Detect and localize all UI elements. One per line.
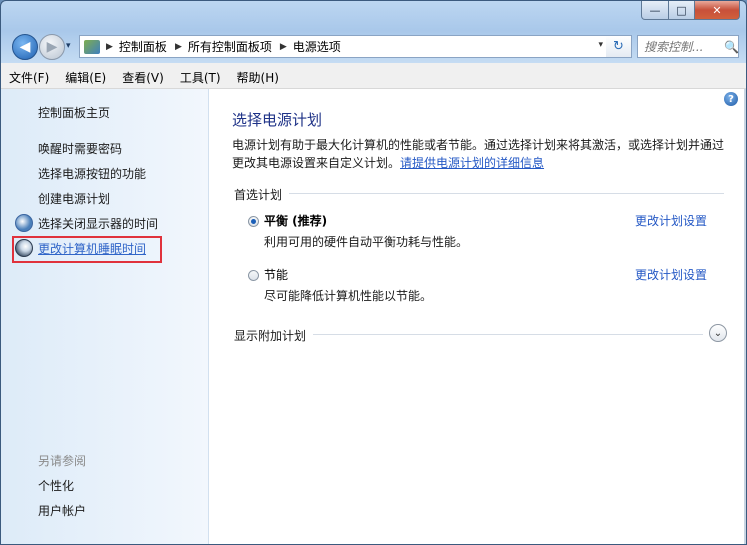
see-also-user-accounts[interactable]: 用户帐户 [38,502,86,519]
menu-tools[interactable]: 工具(T) [172,69,229,86]
search-icon[interactable]: 🔍 [724,40,739,54]
page-title: 选择电源计划 [232,111,323,129]
address-dropdown-icon[interactable]: ▾ [598,40,603,50]
menu-edit[interactable]: 编辑(E) [57,69,114,86]
breadcrumb-chevron-icon[interactable]: ▶ [280,42,287,52]
address-bar[interactable]: ▶ 控制面板 ▶ 所有控制面板项 ▶ 电源选项 ▾ [79,35,608,58]
task-pane: 控制面板主页 唤醒时需要密码 选择电源按钮的功能 创建电源计划 选择关闭显示器的… [1,89,209,544]
minimize-button[interactable]: — [641,1,669,20]
help-icon[interactable]: ? [724,92,738,106]
page-description: 电源计划有助于最大化计算机的性能或者节能。通过选择计划来将其激活，或选择计划并通… [232,136,732,172]
search-box[interactable]: 🔍 [637,35,739,58]
expand-chevron-button[interactable]: ⌄ [709,324,727,342]
breadcrumb-all-items[interactable]: 所有控制面板项 [188,38,272,55]
balanced-plan-radio[interactable] [248,216,259,227]
balanced-plan-name[interactable]: 平衡 (推荐) [264,212,327,229]
balanced-change-settings-link[interactable]: 更改计划设置 [635,212,707,229]
menu-help[interactable]: 帮助(H) [229,69,287,86]
display-timer-icon [15,214,33,232]
preferred-plans-label: 首选计划 [234,188,283,202]
group-divider [289,193,724,194]
power-saver-plan-name[interactable]: 节能 [264,266,288,283]
control-panel-home-link[interactable]: 控制面板主页 [38,104,110,121]
chevron-down-icon: ⌄ [713,327,723,339]
refresh-icon: ↻ [613,39,624,54]
menu-file[interactable]: 文件(F) [1,69,57,86]
group-divider [313,334,703,335]
breadcrumb-chevron-icon[interactable]: ▶ [106,42,113,52]
sidebar-item-wake-password[interactable]: 唤醒时需要密码 [38,140,122,157]
sidebar-item-display-off[interactable]: 选择关闭显示器的时间 [38,215,158,232]
window-edge [744,89,746,544]
power-saver-plan-radio[interactable] [248,270,259,281]
sidebar-item-create-plan[interactable]: 创建电源计划 [38,190,110,207]
recent-pages-button[interactable]: ▾ [66,41,71,51]
caption-buttons: — □ ✕ [641,1,740,20]
plan-details-link[interactable]: 请提供电源计划的详细信息 [400,156,544,170]
power-saver-change-settings-link[interactable]: 更改计划设置 [635,266,707,283]
close-button[interactable]: ✕ [695,1,740,20]
balanced-plan-desc: 利用可用的硬件自动平衡功耗与性能。 [264,235,469,249]
control-panel-window: — □ ✕ ◀ ▶ ▾ ▶ 控制面板 ▶ 所有控制面板项 ▶ 电源选项 ▾ ↻ … [0,0,747,545]
breadcrumb-chevron-icon[interactable]: ▶ [175,42,182,52]
back-button[interactable]: ◀ [12,34,38,60]
forward-button[interactable]: ▶ [39,34,65,60]
breadcrumb-power-options[interactable]: 电源选项 [293,38,341,55]
highlight-annotation [12,236,162,263]
breadcrumb-control-panel[interactable]: 控制面板 [119,38,167,55]
see-also-label: 另请参阅 [38,454,87,468]
maximize-button[interactable]: □ [669,1,695,20]
search-input[interactable] [638,38,724,55]
power-saver-plan-desc: 尽可能降低计算机性能以节能。 [264,289,433,303]
control-panel-icon [84,39,100,54]
see-also-personalization[interactable]: 个性化 [38,477,74,494]
refresh-button[interactable]: ↻ [606,35,632,58]
menu-bar: 文件(F) 编辑(E) 查看(V) 工具(T) 帮助(H) [1,67,746,89]
main-content: ? 选择电源计划 电源计划有助于最大化计算机的性能或者节能。通过选择计划来将其激… [209,89,746,544]
back-arrow-icon: ◀ [19,39,31,55]
sidebar-item-power-buttons[interactable]: 选择电源按钮的功能 [38,165,146,182]
show-additional-plans-label[interactable]: 显示附加计划 [234,327,306,344]
menu-view[interactable]: 查看(V) [114,69,172,86]
forward-arrow-icon: ▶ [46,39,58,55]
